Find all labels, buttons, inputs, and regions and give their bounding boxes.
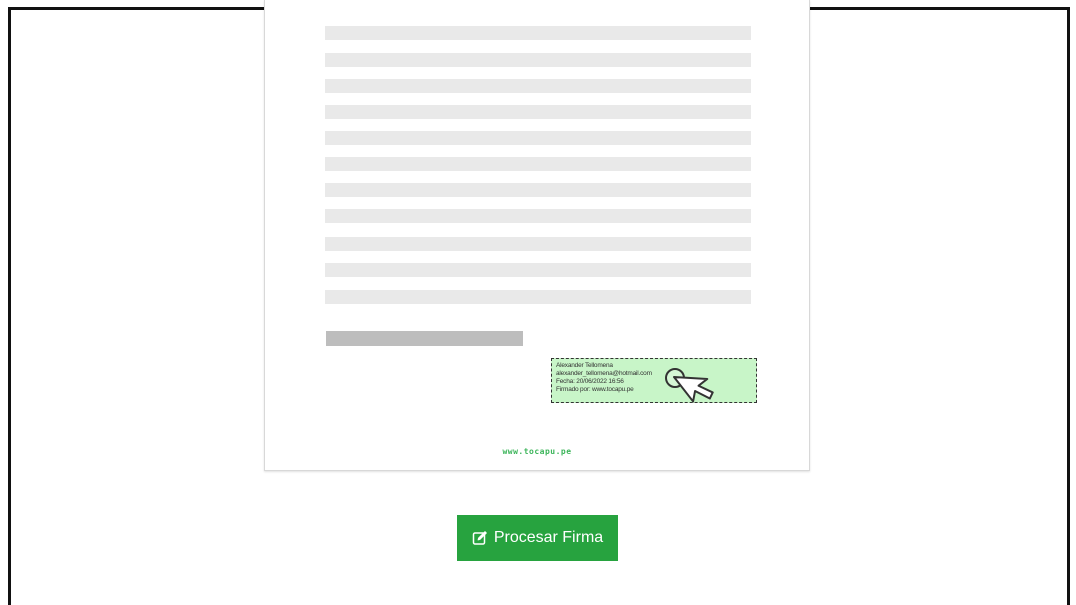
placeholder-text-line [325, 237, 751, 251]
watermark-text: www.tocapu.pe [502, 447, 572, 456]
edit-icon [472, 530, 488, 546]
process-button-label: Procesar Firma [493, 529, 604, 546]
frame-border-left [8, 7, 11, 605]
placeholder-text-line [325, 26, 751, 40]
placeholder-text-line [325, 131, 751, 145]
placeholder-text-line [325, 290, 751, 304]
placeholder-text-line [325, 53, 751, 67]
placeholder-text-line [325, 263, 751, 277]
placeholder-text-line [325, 79, 751, 93]
document-preview: Alexander Tellomena alexander_tellomena@… [264, 0, 810, 471]
placeholder-text-line [325, 157, 751, 171]
signature-stamp-area[interactable]: Alexander Tellomena alexander_tellomena@… [551, 358, 757, 403]
placeholder-text-line [325, 183, 751, 197]
signed-by: Firmado por: www.tocapu.pe [556, 386, 634, 393]
signer-name: Alexander Tellomena [556, 362, 613, 369]
signer-email: alexander_tellomena@hotmail.com [556, 370, 652, 377]
placeholder-text-line [325, 209, 751, 223]
signature-date: Fecha: 20/06/2022 16:56 [556, 378, 624, 385]
placeholder-text-line [325, 105, 751, 119]
click-cursor-icon [665, 364, 725, 424]
frame-border-right [1067, 7, 1070, 605]
signature-placeholder-line [326, 331, 523, 346]
process-signature-button[interactable]: Procesar Firma [457, 515, 618, 561]
